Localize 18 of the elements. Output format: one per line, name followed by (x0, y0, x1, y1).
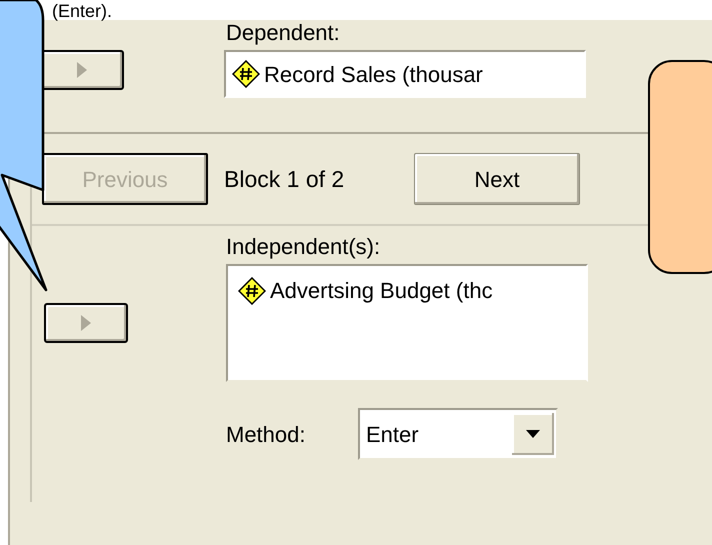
independents-label: Independent(s): (226, 234, 380, 259)
method-dropdown[interactable]: Enter (358, 408, 558, 460)
dropdown-arrow-button[interactable] (512, 413, 554, 455)
block-nav-button[interactable]: Next (414, 153, 580, 205)
caret-icon (526, 430, 540, 438)
move-arrow-button[interactable] (44, 303, 128, 343)
method-label: Method: (226, 420, 306, 448)
dependent-variable: Record Sales (thousar (264, 60, 483, 88)
right-arrow-icon (80, 314, 92, 332)
dependent-field[interactable]: Record Sales (thousar (224, 50, 586, 98)
independent-variable[interactable]: Advertsing Budget (thc (238, 274, 586, 307)
numeric-variable-icon (238, 276, 266, 304)
slide-text: (Enter). (52, 2, 112, 20)
block-status: Block 1 of 2 (224, 164, 346, 194)
dependent-label: Dependent: (226, 20, 340, 45)
numeric-variable-icon (232, 60, 260, 88)
right-arrow-icon (76, 61, 88, 79)
independents-list[interactable]: Advertsing Budget (thc (226, 264, 588, 382)
